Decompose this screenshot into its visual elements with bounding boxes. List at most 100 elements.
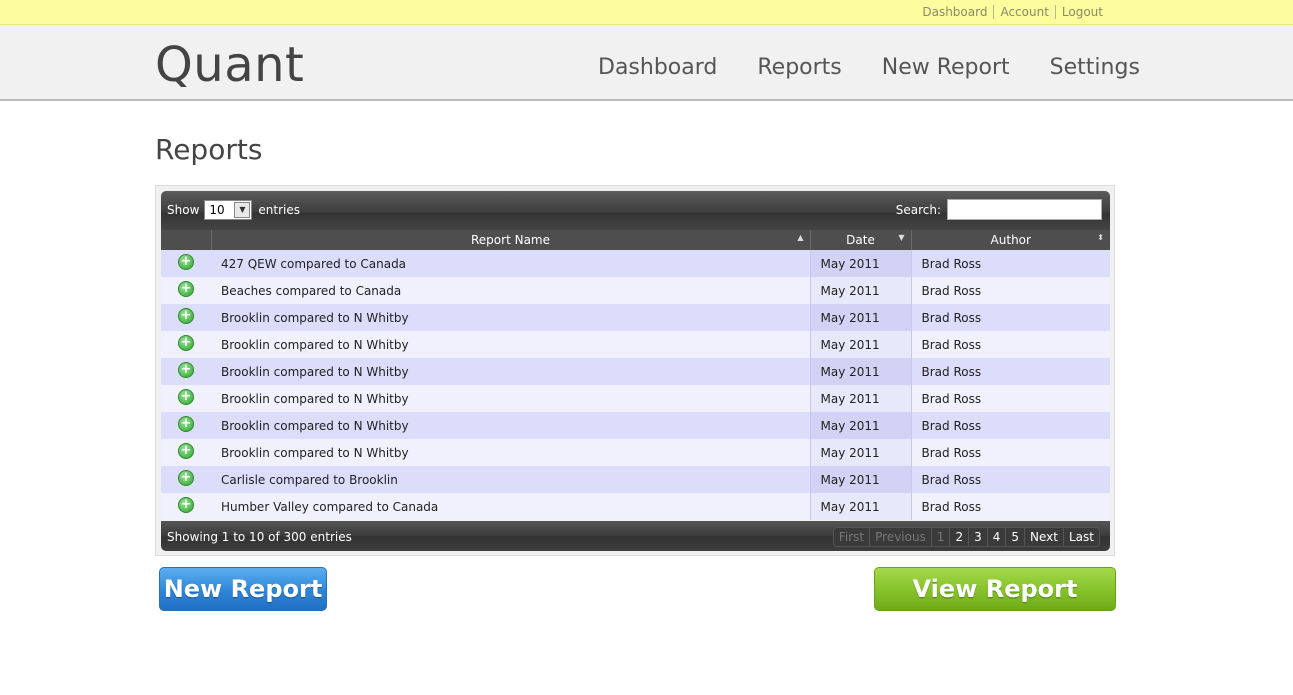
pagination: First Previous 1 2 3 4 5 Next Last	[832, 527, 1100, 547]
column-header-date-label: Date	[846, 233, 875, 247]
date-cell: May 2011	[809, 304, 912, 331]
table-row[interactable]: + Brooklin compared to N Whitby May 2011 Br…	[161, 331, 1110, 358]
table-row[interactable]: + Brooklin compared to N Whitby May 2011 Br…	[161, 358, 1110, 385]
table-row[interactable]: + Brooklin compared to N Whitby May 2011 Br…	[161, 385, 1110, 412]
search-input[interactable]	[947, 199, 1102, 220]
nav-item-reports[interactable]: Reports	[757, 55, 841, 80]
table-body: +427 QEW compared to Canada May 2011 Brad …	[161, 250, 1110, 520]
search-label: Search:	[895, 202, 941, 217]
plus-circle-icon[interactable]: +	[178, 280, 194, 297]
top-link-account[interactable]: Account	[993, 5, 1054, 19]
column-header-report-name-label: Report Name	[471, 233, 550, 247]
plus-circle-icon[interactable]: +	[178, 469, 194, 486]
expand-cell[interactable]: +	[161, 304, 211, 331]
plus-circle-icon[interactable]: +	[178, 442, 194, 459]
pager-next[interactable]: Next	[1024, 528, 1063, 546]
view-report-button[interactable]: View Report	[874, 567, 1116, 611]
date-cell: May 2011	[809, 250, 912, 277]
report-name-cell: Carlisle compared to Brooklin	[211, 466, 810, 493]
reports-table: Report Name ▲ Date ▼ Author ⬍ +427 QEW c…	[161, 230, 1110, 520]
author-cell: Brad Ross	[911, 358, 1110, 385]
app-logo[interactable]: Quant	[155, 37, 304, 93]
site-header: Quant Dashboard Reports New Report Setti…	[0, 25, 1293, 101]
plus-circle-icon[interactable]: +	[178, 415, 194, 432]
search-control: Search:	[896, 199, 1102, 220]
table-row[interactable]: + Brooklin compared to N Whitby May 2011 Br…	[161, 304, 1110, 331]
main-nav: Dashboard Reports New Report Settings	[598, 55, 1140, 80]
show-label: Show	[167, 203, 200, 217]
top-link-logout[interactable]: Logout	[1054, 5, 1109, 19]
page-size-control: Show 10 ▼ entries	[167, 200, 300, 220]
report-name-cell: Brooklin compared to N Whitby	[211, 439, 810, 466]
column-header-date[interactable]: Date ▼	[809, 230, 911, 250]
plus-circle-icon[interactable]: +	[178, 307, 194, 324]
column-header-author[interactable]: Author ⬍	[910, 230, 1110, 250]
page-size-select[interactable]: 10 ▼	[204, 200, 253, 220]
date-cell: May 2011	[809, 493, 912, 520]
report-name-cell: 427 QEW compared to Canada	[211, 250, 810, 277]
plus-circle-icon[interactable]: +	[178, 388, 194, 405]
date-cell: May 2011	[809, 277, 912, 304]
pager-3[interactable]: 3	[968, 528, 987, 546]
expand-cell[interactable]: +	[161, 412, 211, 439]
report-name-cell: Beaches compared to Canada	[211, 277, 810, 304]
expand-cell[interactable]: +	[161, 250, 211, 277]
expand-cell[interactable]: +	[161, 439, 211, 466]
report-name-cell: Humber Valley compared to Canada	[211, 493, 810, 520]
column-header-author-label: Author	[990, 233, 1031, 247]
expand-cell[interactable]: +	[161, 331, 211, 358]
column-header-expand	[161, 230, 211, 250]
new-report-button[interactable]: New Report	[159, 567, 327, 611]
table-row[interactable]: + Brooklin compared to N Whitby May 2011 Br…	[161, 439, 1110, 466]
author-cell: Brad Ross	[911, 304, 1110, 331]
date-cell: May 2011	[809, 385, 912, 412]
plus-circle-icon[interactable]: +	[178, 334, 194, 351]
column-header-report-name[interactable]: Report Name ▲	[210, 230, 810, 250]
table-row[interactable]: + Brooklin compared to N Whitby May 2011 Br…	[161, 412, 1110, 439]
table-row[interactable]: + Humber Valley compared to Canada May 201…	[161, 493, 1110, 520]
expand-cell[interactable]: +	[161, 385, 211, 412]
sort-asc-icon: ▲	[797, 233, 804, 242]
table-bottom-toolbar: Showing 1 to 10 of 300 entries First Prev…	[161, 521, 1110, 551]
pager-previous: Previous	[869, 528, 931, 546]
nav-item-settings[interactable]: Settings	[1050, 55, 1140, 80]
nav-item-new-report[interactable]: New Report	[882, 55, 1010, 80]
table-row[interactable]: + Carlisle compared to Brooklin May 2011 Br…	[161, 466, 1110, 493]
page-title: Reports	[155, 133, 263, 166]
top-link-dashboard[interactable]: Dashboard	[916, 5, 993, 19]
expand-cell[interactable]: +	[161, 466, 211, 493]
expand-cell[interactable]: +	[161, 358, 211, 385]
top-utility-bar: Dashboard Account Logout	[0, 0, 1293, 25]
table-row[interactable]: + Beaches compared to Canada May 2011 Brad …	[161, 277, 1110, 304]
table-row[interactable]: +427 QEW compared to Canada May 2011 Brad …	[161, 250, 1110, 277]
date-cell: May 2011	[809, 412, 912, 439]
plus-circle-icon[interactable]: +	[178, 496, 194, 513]
report-name-cell: Brooklin compared to N Whitby	[211, 412, 810, 439]
pager-2[interactable]: 2	[949, 528, 968, 546]
plus-circle-icon[interactable]: +	[178, 361, 194, 378]
plus-circle-icon[interactable]: +	[178, 253, 194, 270]
author-cell: Brad Ross	[911, 466, 1110, 493]
author-cell: Brad Ross	[911, 331, 1110, 358]
nav-item-dashboard[interactable]: Dashboard	[598, 55, 717, 80]
author-cell: Brad Ross	[911, 385, 1110, 412]
pager-last[interactable]: Last	[1063, 528, 1099, 546]
pager-4[interactable]: 4	[986, 528, 1006, 546]
author-cell: Brad Ross	[911, 493, 1110, 520]
expand-cell[interactable]: +	[161, 493, 211, 520]
report-name-cell: Brooklin compared to N Whitby	[211, 385, 810, 412]
entries-label: entries	[258, 203, 300, 217]
author-cell: Brad Ross	[911, 277, 1110, 304]
expand-cell[interactable]: +	[161, 277, 211, 304]
date-cell: May 2011	[809, 358, 912, 385]
author-cell: Brad Ross	[911, 439, 1110, 466]
report-name-cell: Brooklin compared to N Whitby	[211, 304, 810, 331]
date-cell: May 2011	[809, 466, 912, 493]
chevron-down-icon[interactable]: ▼	[234, 202, 251, 218]
table-header-row: Report Name ▲ Date ▼ Author ⬍	[161, 230, 1110, 250]
sort-both-icon: ⬍	[1097, 233, 1104, 242]
pager-first: First	[838, 530, 865, 544]
reports-table-wrapper: Show 10 ▼ entries Search: Report Name ▲ …	[155, 185, 1115, 556]
pager-5[interactable]: 5	[1005, 528, 1024, 546]
date-cell: May 2011	[809, 439, 912, 466]
